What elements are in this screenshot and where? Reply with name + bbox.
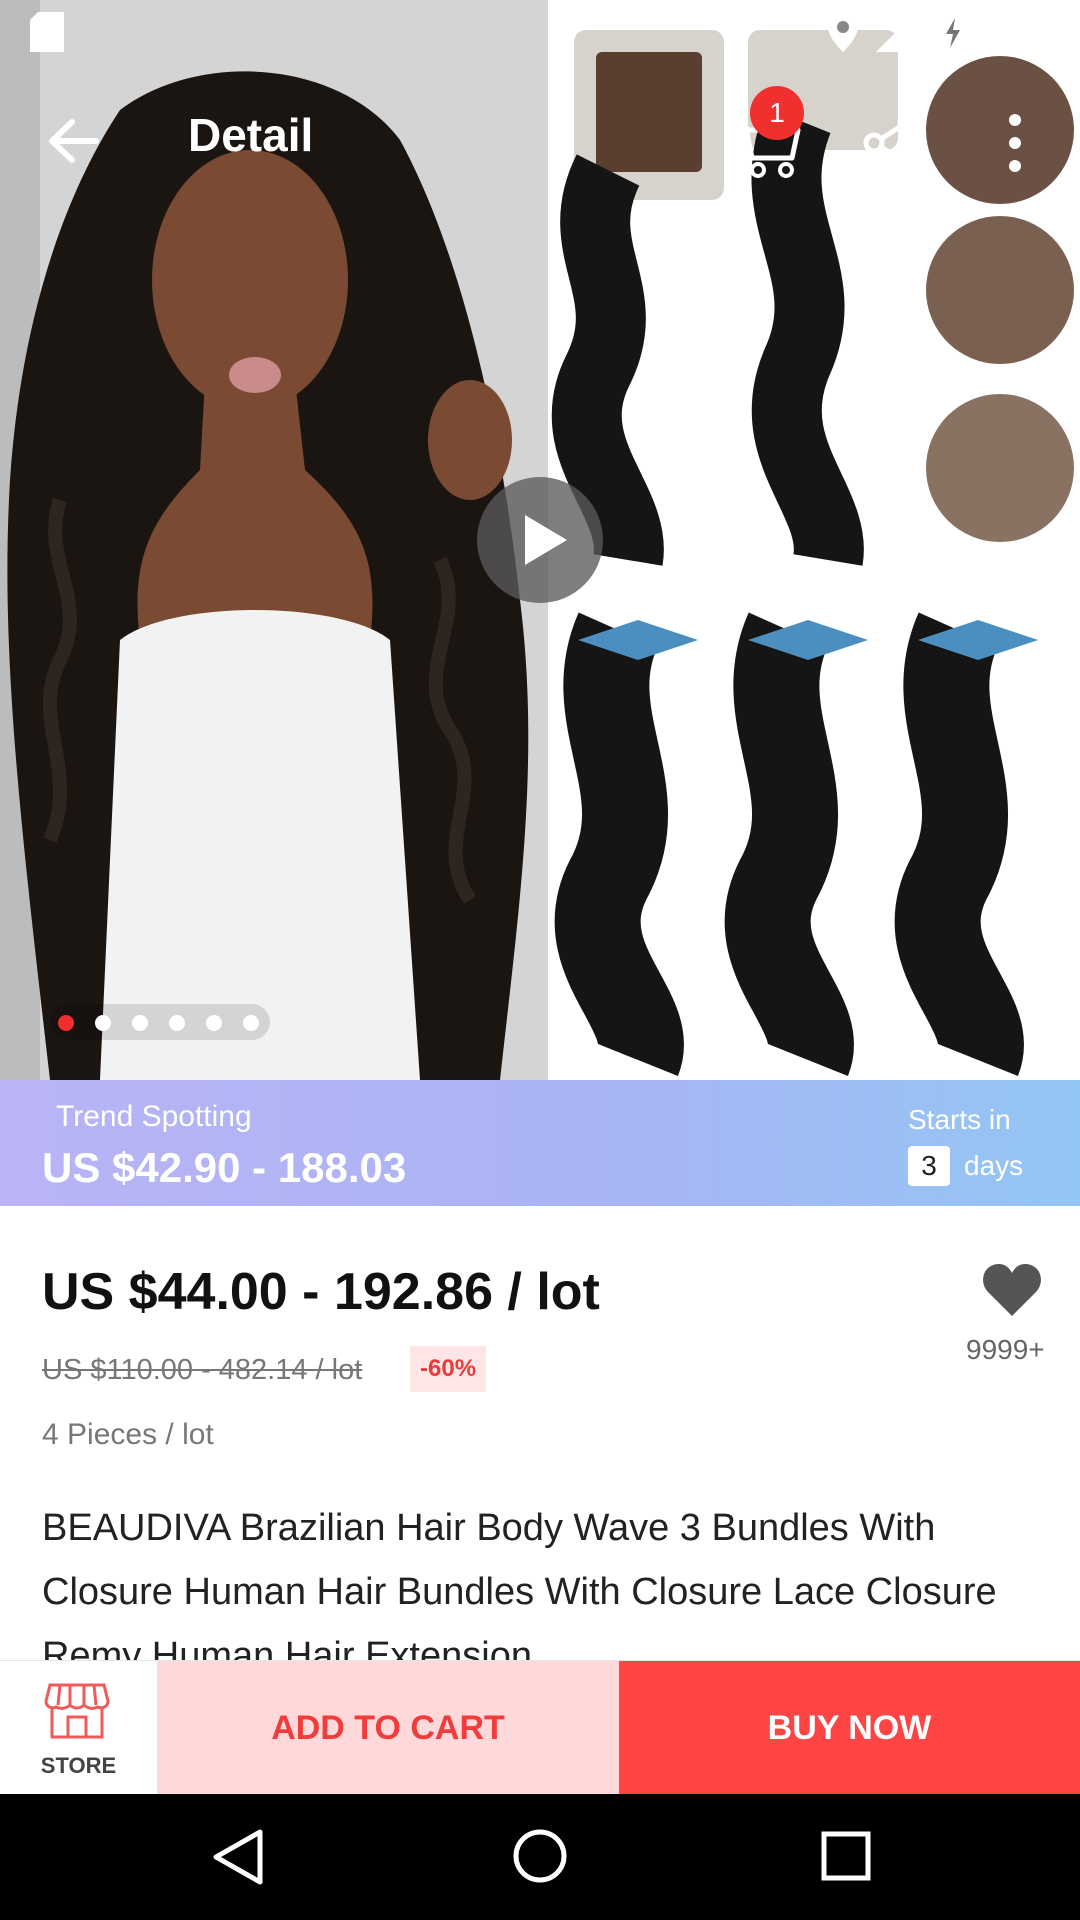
product-price: US $44.00 - 192.86 / lot bbox=[42, 1263, 600, 1321]
pager-dot[interactable] bbox=[169, 1015, 185, 1031]
nav-back-icon[interactable] bbox=[210, 1828, 266, 1886]
lot-size: 4 Pieces / lot bbox=[42, 1418, 214, 1451]
add-to-cart-button[interactable]: ADD TO CART bbox=[157, 1661, 619, 1795]
battery-charging-icon bbox=[940, 10, 966, 52]
action-bar: STORE ADD TO CART BUY NOW bbox=[0, 1660, 1080, 1795]
cart-badge: 1 bbox=[750, 86, 804, 140]
trend-spotting-banner[interactable]: Trend Spotting US $42.90 - 188.03 Starts… bbox=[0, 1080, 1080, 1206]
pager-dot[interactable] bbox=[243, 1015, 259, 1031]
heart-icon bbox=[983, 1264, 1041, 1316]
trend-price: US $42.90 - 188.03 bbox=[42, 1144, 407, 1191]
wishlist-button[interactable] bbox=[982, 1262, 1042, 1318]
status-time: 6:30 bbox=[984, 10, 1058, 52]
play-video-button[interactable] bbox=[477, 477, 603, 603]
store-button[interactable]: STORE bbox=[0, 1661, 157, 1795]
system-nav-bar bbox=[0, 1794, 1080, 1920]
days-count: 3 bbox=[908, 1146, 950, 1186]
buy-now-button[interactable]: BUY NOW bbox=[619, 1661, 1080, 1795]
wishlist-count: 9999+ bbox=[966, 1334, 1045, 1365]
share-icon bbox=[863, 111, 919, 175]
sd-card-icon bbox=[30, 12, 64, 52]
location-icon bbox=[828, 12, 858, 52]
trend-label: Trend Spotting bbox=[56, 1100, 252, 1133]
gallery-pager bbox=[50, 1004, 270, 1040]
pager-dot[interactable] bbox=[58, 1015, 74, 1031]
more-options-button[interactable] bbox=[990, 108, 1040, 178]
status-bar: LTE 6:30 bbox=[0, 0, 1080, 64]
app-bar: Detail 1 bbox=[0, 86, 1080, 190]
play-icon bbox=[525, 515, 567, 565]
more-vert-icon bbox=[1009, 114, 1021, 172]
signal-icon bbox=[876, 14, 914, 52]
store-icon bbox=[44, 1683, 110, 1739]
share-button[interactable] bbox=[862, 108, 922, 178]
discount-badge: -60% bbox=[410, 1346, 487, 1392]
original-price: US $110.00 - 482.14 / lot bbox=[42, 1354, 363, 1386]
starts-in-label: Starts in bbox=[908, 1104, 1011, 1135]
nav-recents-icon[interactable] bbox=[820, 1828, 872, 1884]
product-gallery[interactable]: LTE 6:30 Detail 1 bbox=[0, 0, 1080, 1080]
pager-dot[interactable] bbox=[206, 1015, 222, 1031]
store-label: STORE bbox=[40, 1753, 117, 1778]
back-button[interactable] bbox=[38, 106, 108, 176]
back-arrow-icon bbox=[49, 119, 99, 163]
pager-dot[interactable] bbox=[132, 1015, 148, 1031]
pager-dot[interactable] bbox=[95, 1015, 111, 1031]
days-label: days bbox=[964, 1150, 1024, 1181]
nav-home-icon[interactable] bbox=[512, 1826, 568, 1886]
page-title: Detail bbox=[188, 109, 314, 161]
